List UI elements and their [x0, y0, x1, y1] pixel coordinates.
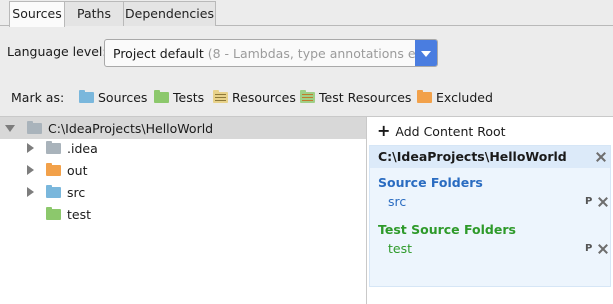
- tree-root-label: C:\IdeaProjects\HelloWorld: [48, 120, 214, 136]
- language-level-label: Language level:: [7, 44, 107, 59]
- tab-dependencies[interactable]: Dependencies: [123, 1, 216, 26]
- tree-item-src[interactable]: src: [0, 181, 366, 203]
- excluded-folder-icon: [46, 162, 61, 176]
- tree-item-label: .idea: [67, 140, 98, 156]
- tab-paths[interactable]: Paths: [64, 1, 124, 26]
- tests-folder-icon: [154, 89, 169, 103]
- expand-arrow-icon[interactable]: [27, 143, 34, 153]
- excluded-folder-icon: [417, 89, 432, 103]
- folder-tree: C:\IdeaProjects\HelloWorld .idea out src…: [0, 116, 367, 304]
- remove-source-folder-icon[interactable]: [598, 197, 608, 207]
- test-source-folders-heading: Test Source Folders: [378, 222, 516, 237]
- mark-tests-label: Tests: [173, 89, 205, 105]
- tree-item-label: src: [67, 184, 86, 200]
- remove-test-source-folder-icon[interactable]: [598, 244, 608, 254]
- expand-arrow-icon[interactable]: [27, 165, 34, 175]
- tab-bar: Sources Paths Dependencies: [0, 0, 613, 27]
- tree-item-out[interactable]: out: [0, 159, 366, 181]
- sources-folder-icon: [79, 89, 94, 103]
- mark-test-resources-button[interactable]: Test Resources: [300, 87, 411, 107]
- collapse-arrow-icon[interactable]: [5, 124, 15, 132]
- language-level-value: Project default (8 - Lambdas, type annot…: [113, 46, 437, 61]
- test-resources-folder-icon: [300, 89, 315, 103]
- remove-content-root-icon[interactable]: [596, 152, 606, 162]
- mark-excluded-label: Excluded: [436, 89, 493, 105]
- folder-icon: [27, 120, 42, 134]
- mark-sources-button[interactable]: Sources: [79, 87, 147, 107]
- mark-resources-button[interactable]: Resources: [213, 87, 296, 107]
- expand-arrow-icon[interactable]: [27, 187, 34, 197]
- mark-resources-label: Resources: [232, 89, 296, 105]
- tests-folder-icon: [46, 206, 61, 220]
- tree-item-test[interactable]: test: [0, 203, 366, 225]
- sources-folder-icon: [46, 184, 61, 198]
- tree-item-label: out: [67, 162, 88, 178]
- source-folders-heading: Source Folders: [378, 175, 483, 190]
- mark-sources-label: Sources: [98, 89, 148, 105]
- mark-excluded-button[interactable]: Excluded: [417, 87, 493, 107]
- tab-sources[interactable]: Sources: [9, 1, 65, 27]
- mark-tests-button[interactable]: Tests: [154, 87, 204, 107]
- content-root-path: C:\IdeaProjects\HelloWorld: [378, 149, 567, 164]
- folder-properties-icon[interactable]: P: [585, 196, 592, 207]
- source-folder-item: src: [388, 194, 407, 209]
- mark-as-label: Mark as:: [11, 90, 65, 105]
- add-content-root-button[interactable]: + Add Content Root: [377, 122, 506, 140]
- folder-icon: [46, 140, 61, 154]
- test-source-folder-item: test: [388, 241, 413, 256]
- content-root-panel: + Add Content Root C:\IdeaProjects\Hello…: [367, 116, 613, 304]
- plus-icon: +: [377, 121, 391, 140]
- tree-root-row[interactable]: C:\IdeaProjects\HelloWorld: [0, 117, 366, 139]
- mark-test-resources-label: Test Resources: [319, 89, 412, 105]
- content-root-box: C:\IdeaProjects\HelloWorld Source Folder…: [369, 145, 611, 287]
- folder-properties-icon[interactable]: P: [585, 243, 592, 254]
- resources-folder-icon: [213, 89, 228, 103]
- tree-item-idea[interactable]: .idea: [0, 137, 366, 159]
- content-root-header: C:\IdeaProjects\HelloWorld: [370, 146, 610, 168]
- add-content-root-label: Add Content Root: [395, 123, 506, 139]
- chevron-down-icon[interactable]: [415, 40, 437, 66]
- tree-item-label: test: [67, 206, 92, 222]
- language-level-select[interactable]: Project default (8 - Lambdas, type annot…: [104, 39, 438, 67]
